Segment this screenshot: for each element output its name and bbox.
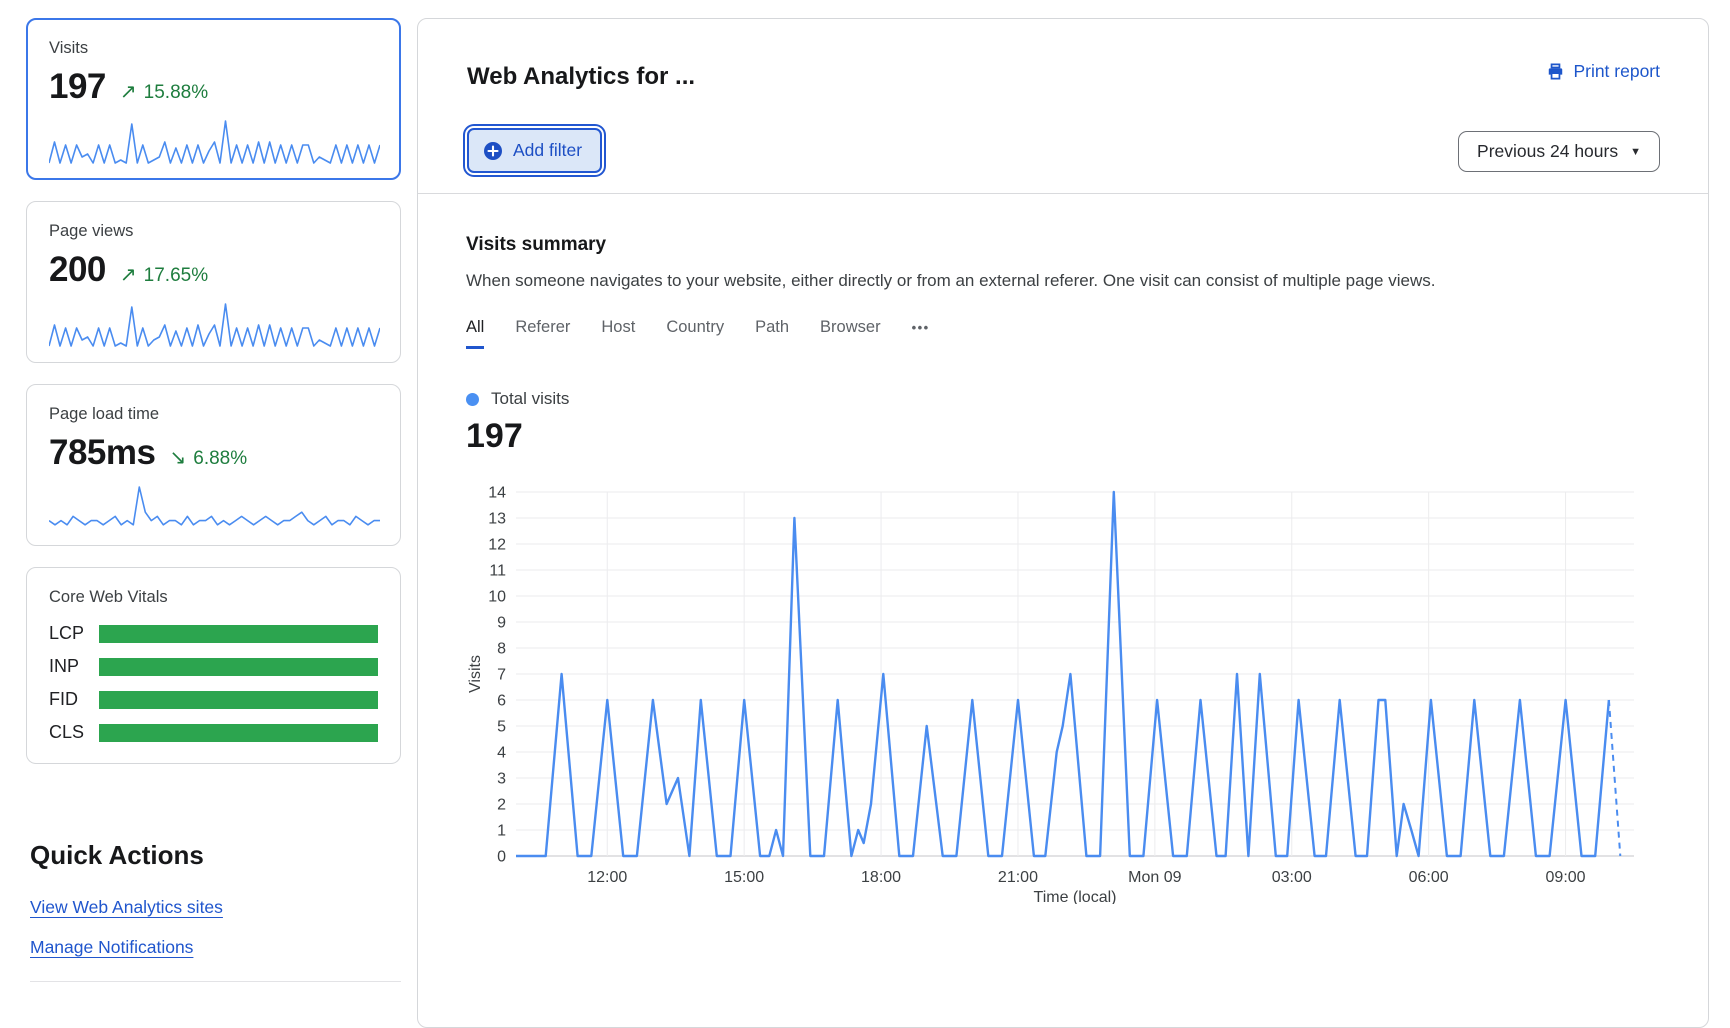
svg-text:3: 3 — [497, 771, 506, 788]
plus-circle-icon — [483, 141, 503, 161]
svg-text:8: 8 — [497, 641, 506, 658]
vitals-label: LCP — [49, 623, 99, 644]
svg-text:03:00: 03:00 — [1272, 869, 1312, 886]
svg-text:12: 12 — [488, 537, 506, 554]
quick-actions-title: Quick Actions — [30, 840, 401, 871]
svg-text:14: 14 — [488, 485, 506, 502]
visits-summary-description: When someone navigates to your website, … — [466, 271, 1660, 291]
svg-text:0: 0 — [497, 849, 506, 866]
metric-card-page-load-time[interactable]: Page load time 785ms ↘ 6.88% — [26, 384, 401, 546]
page-load-sparkline-chart — [49, 483, 380, 531]
metric-card-page-views[interactable]: Page views 200 ↗ 17.65% — [26, 201, 401, 363]
print-report-label: Print report — [1573, 61, 1660, 82]
metric-value: 200 — [49, 250, 106, 290]
trend-up-icon: ↗ — [120, 262, 137, 287]
visits-sparkline-chart — [49, 117, 380, 165]
svg-text:Mon 09: Mon 09 — [1128, 869, 1181, 886]
quick-actions-section: Quick Actions View Web Analytics sites M… — [26, 840, 401, 982]
panel-header: Web Analytics for ... Print report Add f… — [418, 19, 1708, 194]
tab-all[interactable]: All — [466, 318, 484, 349]
svg-text:21:00: 21:00 — [998, 869, 1038, 886]
metric-delta-value: 6.88% — [193, 448, 247, 470]
page-title: Web Analytics for ... — [467, 63, 695, 91]
view-web-analytics-sites-link[interactable]: View Web Analytics sites — [30, 897, 223, 918]
vitals-label: INP — [49, 656, 99, 677]
metric-label: Page views — [49, 222, 378, 241]
svg-text:13: 13 — [488, 511, 506, 528]
vitals-row-inp: INP — [49, 656, 378, 677]
chart-legend: Total visits — [466, 389, 1660, 409]
tab-path[interactable]: Path — [755, 318, 789, 349]
metric-delta: ↗ 15.88% — [120, 79, 208, 104]
svg-text:Time (local): Time (local) — [1034, 889, 1117, 904]
metric-value: 785ms — [49, 433, 155, 473]
vitals-row-cls: CLS — [49, 722, 378, 743]
metric-value: 197 — [49, 67, 106, 107]
trend-up-icon: ↗ — [120, 79, 137, 104]
visits-chart-container: 0123456789101112131412:0015:0018:0021:00… — [466, 482, 1660, 909]
metric-label: Page load time — [49, 405, 378, 424]
page-views-sparkline-chart — [49, 300, 380, 348]
vitals-label: CLS — [49, 722, 99, 743]
vitals-bar-good — [99, 724, 378, 742]
svg-text:4: 4 — [497, 745, 506, 762]
sidebar-divider — [30, 981, 401, 982]
svg-text:11: 11 — [489, 563, 506, 580]
vitals-bar-good — [99, 691, 378, 709]
add-filter-label: Add filter — [513, 140, 582, 161]
tab-host[interactable]: Host — [601, 318, 635, 349]
vitals-row-lcp: LCP — [49, 623, 378, 644]
svg-text:15:00: 15:00 — [724, 869, 764, 886]
dimension-tabs: All Referer Host Country Path Browser ••… — [466, 318, 1660, 349]
chevron-down-icon: ▼ — [1630, 146, 1641, 158]
metric-delta: ↗ 17.65% — [120, 262, 208, 287]
tabs-more-button[interactable]: ••• — [912, 320, 930, 347]
vitals-row-fid: FID — [49, 689, 378, 710]
trend-down-icon: ↘ — [169, 445, 186, 470]
core-web-vitals-card[interactable]: Core Web Vitals LCP INP FID CLS — [26, 567, 401, 764]
time-range-value: Previous 24 hours — [1477, 141, 1618, 162]
visits-summary-title: Visits summary — [466, 234, 1660, 256]
svg-text:Visits: Visits — [467, 655, 484, 693]
metric-label: Visits — [49, 39, 378, 58]
total-visits-legend-dot — [466, 393, 479, 406]
tab-browser[interactable]: Browser — [820, 318, 881, 349]
svg-text:1: 1 — [497, 823, 506, 840]
print-report-link[interactable]: Print report — [1546, 61, 1660, 82]
tab-country[interactable]: Country — [666, 318, 724, 349]
svg-text:06:00: 06:00 — [1409, 869, 1449, 886]
printer-icon — [1546, 62, 1565, 81]
metric-delta-value: 17.65% — [144, 265, 208, 287]
svg-text:2: 2 — [497, 797, 506, 814]
vitals-bar-good — [99, 658, 378, 676]
svg-text:09:00: 09:00 — [1546, 869, 1586, 886]
total-visits-value: 197 — [466, 417, 1660, 456]
svg-text:5: 5 — [497, 719, 506, 736]
manage-notifications-link[interactable]: Manage Notifications — [30, 937, 193, 958]
sidebar: Visits 197 ↗ 15.88% Page views 200 ↗ 17.… — [26, 18, 401, 982]
svg-text:12:00: 12:00 — [587, 869, 627, 886]
vitals-title: Core Web Vitals — [49, 588, 378, 607]
svg-text:9: 9 — [497, 615, 506, 632]
svg-text:6: 6 — [497, 693, 506, 710]
total-visits-legend-label: Total visits — [491, 389, 569, 409]
metric-delta-value: 15.88% — [144, 82, 208, 104]
visits-summary-section: Visits summary When someone navigates to… — [418, 234, 1708, 909]
time-range-dropdown[interactable]: Previous 24 hours ▼ — [1458, 131, 1660, 172]
metric-delta: ↘ 6.88% — [169, 445, 247, 470]
tab-referer[interactable]: Referer — [515, 318, 570, 349]
add-filter-button[interactable]: Add filter — [467, 128, 602, 173]
vitals-label: FID — [49, 689, 99, 710]
svg-text:7: 7 — [497, 667, 506, 684]
svg-text:18:00: 18:00 — [861, 869, 901, 886]
svg-text:10: 10 — [488, 589, 506, 606]
vitals-bar-good — [99, 625, 378, 643]
visits-line-chart: 0123456789101112131412:0015:0018:0021:00… — [466, 482, 1662, 904]
web-analytics-panel: Web Analytics for ... Print report Add f… — [417, 18, 1709, 1028]
metric-card-visits[interactable]: Visits 197 ↗ 15.88% — [26, 18, 401, 180]
